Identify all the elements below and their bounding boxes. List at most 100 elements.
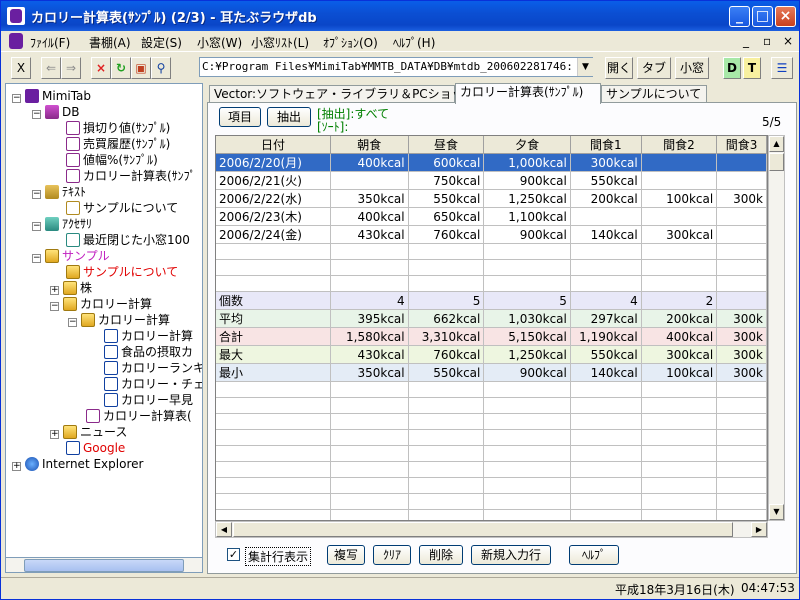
table-cell[interactable]: 140kcal — [570, 225, 642, 244]
table-cell[interactable]: 400kcal — [330, 153, 409, 172]
mdi-minimize-button[interactable]: _ — [743, 34, 749, 48]
table-cell[interactable]: 350kcal — [330, 189, 409, 208]
table-cell[interactable]: 900kcal — [483, 225, 571, 244]
column-header[interactable]: 夕食 — [483, 136, 571, 154]
column-header[interactable]: 日付 — [216, 136, 331, 154]
tree-item-mimitab[interactable]: − MimiTab — [12, 88, 91, 104]
tree-item-ie[interactable]: + Internet Explorer — [12, 456, 143, 472]
close-button[interactable]: × — [775, 6, 796, 27]
table-cell[interactable]: 300k — [716, 189, 767, 208]
table-cell[interactable] — [716, 171, 767, 190]
expand-icon[interactable]: + — [50, 286, 59, 295]
tree-item-calorie-5[interactable]: カロリー早見 — [104, 392, 193, 408]
tree-item-stock[interactable]: + 株 — [50, 280, 92, 296]
tree-item-db-2[interactable]: 売買履歴(ｻﾝﾌﾟﾙ) — [66, 136, 170, 152]
tree-item-calorie[interactable]: − カロリー計算 — [50, 296, 152, 312]
tab-calorie-table[interactable]: カロリー計算表(ｻﾝﾌﾟﾙ) — [455, 83, 601, 104]
scroll-thumb[interactable] — [769, 153, 784, 171]
table-cell[interactable]: 2006/2/22(水) — [216, 189, 331, 208]
table-cell[interactable] — [570, 207, 642, 226]
table-cell[interactable] — [641, 207, 718, 226]
empty-row[interactable] — [216, 429, 767, 446]
delete-button[interactable]: 削除 — [419, 545, 463, 565]
tree-item-sample-about[interactable]: サンプルについて — [66, 264, 178, 280]
empty-row[interactable] — [216, 243, 767, 260]
mdi-restore-button[interactable]: ▫ — [763, 34, 771, 48]
table-cell[interactable]: 1,250kcal — [483, 189, 571, 208]
scroll-down-icon[interactable]: ▼ — [769, 504, 784, 520]
table-cell[interactable]: 2006/2/24(金) — [216, 225, 331, 244]
table-cell[interactable]: 550kcal — [408, 189, 485, 208]
tree-item-db-4[interactable]: カロリー計算表(ｻﾝﾌﾟ — [66, 168, 196, 184]
menu-help[interactable]: ﾍﾙﾌﾟ(H) — [393, 34, 435, 51]
tree-item-accessory[interactable]: − ｱｸｾｻﾘ — [32, 216, 92, 232]
app-icon[interactable] — [7, 7, 25, 25]
table-cell[interactable]: 430kcal — [330, 225, 409, 244]
address-input[interactable]: C:¥Program Files¥MimiTab¥MMTB_DATA¥DB¥mt… — [199, 57, 593, 77]
new-row-button[interactable]: 新規入力行 — [471, 545, 551, 565]
layout-button[interactable]: ☰ — [771, 57, 793, 79]
empty-row[interactable] — [216, 381, 767, 398]
mdi-close-button[interactable]: × — [783, 34, 793, 48]
table-cell[interactable]: 650kcal — [408, 207, 485, 226]
open-button[interactable]: 開く — [605, 57, 633, 79]
tree-item-sample[interactable]: − サンプル — [32, 248, 110, 264]
collapse-icon[interactable]: − — [32, 190, 41, 199]
tree-item-accessory-1[interactable]: 最近閉じた小窓100 — [66, 232, 190, 248]
scroll-thumb[interactable] — [233, 522, 733, 537]
tree-item-google[interactable]: Google — [66, 440, 125, 456]
back-button[interactable]: ⇐ — [41, 57, 61, 79]
collapse-icon[interactable]: − — [68, 318, 77, 327]
forward-button[interactable]: ⇒ — [61, 57, 81, 79]
table-cell[interactable]: 300kcal — [570, 153, 642, 172]
tree-item-calorie-1[interactable]: カロリー計算 — [104, 328, 193, 344]
document-icon[interactable] — [9, 33, 23, 49]
scroll-left-icon[interactable]: ◀ — [216, 522, 232, 537]
tab-vector[interactable]: Vector:ソフトウェア・ライブラリ＆PCショップ — [209, 85, 476, 103]
table-cell[interactable]: 900kcal — [483, 171, 571, 190]
clear-button[interactable]: ｸﾘｱ — [373, 545, 411, 565]
expand-icon[interactable]: + — [50, 430, 59, 439]
minimize-button[interactable]: _ — [729, 6, 750, 27]
address-dropdown-button[interactable]: ▼ — [577, 58, 593, 76]
table-cell[interactable] — [641, 153, 718, 172]
close-tab-button[interactable]: X — [11, 57, 31, 79]
table-row[interactable]: 2006/2/20(月) 400kcal 600kcal 1,000kcal 3… — [216, 153, 767, 172]
t-button[interactable]: T — [743, 57, 761, 79]
tree-item-calorie-3[interactable]: カロリーランキ — [104, 360, 202, 376]
table-cell[interactable]: 760kcal — [408, 225, 485, 244]
show-summary-label[interactable]: 集計行表示 — [245, 547, 312, 566]
table-row[interactable]: 2006/2/24(金) 430kcal 760kcal 900kcal 140… — [216, 225, 767, 244]
empty-row[interactable] — [216, 509, 767, 520]
table-cell[interactable]: 1,100kcal — [483, 207, 571, 226]
menu-bookshelf[interactable]: 書棚(A) — [89, 34, 131, 51]
column-header[interactable]: 昼食 — [408, 136, 485, 154]
tree-item-text-1[interactable]: サンプルについて — [66, 200, 178, 216]
tree-item-calorie-table[interactable]: カロリー計算表( — [86, 408, 192, 424]
show-summary-checkbox[interactable]: ✓ — [227, 548, 240, 561]
tree-item-db-3[interactable]: 値幅%(ｻﾝﾌﾟﾙ) — [66, 152, 158, 168]
tree-item-db-1[interactable]: 損切り値(ｻﾝﾌﾟﾙ) — [66, 120, 170, 136]
empty-row[interactable] — [216, 275, 767, 292]
empty-row[interactable] — [216, 493, 767, 510]
menu-small-window-list[interactable]: 小窓ﾘｽﾄ(L) — [251, 34, 309, 51]
empty-row[interactable] — [216, 413, 767, 430]
scroll-right-icon[interactable]: ▶ — [751, 522, 767, 537]
stop-button[interactable]: × — [91, 57, 111, 79]
title-bar[interactable]: カロリー計算表(ｻﾝﾌﾟﾙ) (2/3) - 耳たぶラウザdb _ □ × — [1, 1, 799, 31]
table-cell[interactable]: 2006/2/23(木) — [216, 207, 331, 226]
table-cell[interactable]: 600kcal — [408, 153, 485, 172]
table-cell[interactable] — [716, 153, 767, 172]
extract-button[interactable]: 抽出 — [267, 107, 311, 127]
table-cell[interactable]: 2006/2/21(火) — [216, 171, 331, 190]
grid-vertical-scrollbar[interactable]: ▲ ▼ — [768, 135, 785, 521]
column-header[interactable]: 朝食 — [330, 136, 409, 154]
empty-row[interactable] — [216, 397, 767, 414]
empty-row[interactable] — [216, 445, 767, 462]
table-cell[interactable]: 550kcal — [570, 171, 642, 190]
collapse-icon[interactable]: − — [32, 110, 41, 119]
tree-horizontal-scrollbar[interactable] — [5, 557, 203, 573]
empty-row[interactable] — [216, 477, 767, 494]
menu-small-window[interactable]: 小窓(W) — [197, 34, 242, 51]
tree-item-news[interactable]: + ニュース — [50, 424, 127, 440]
